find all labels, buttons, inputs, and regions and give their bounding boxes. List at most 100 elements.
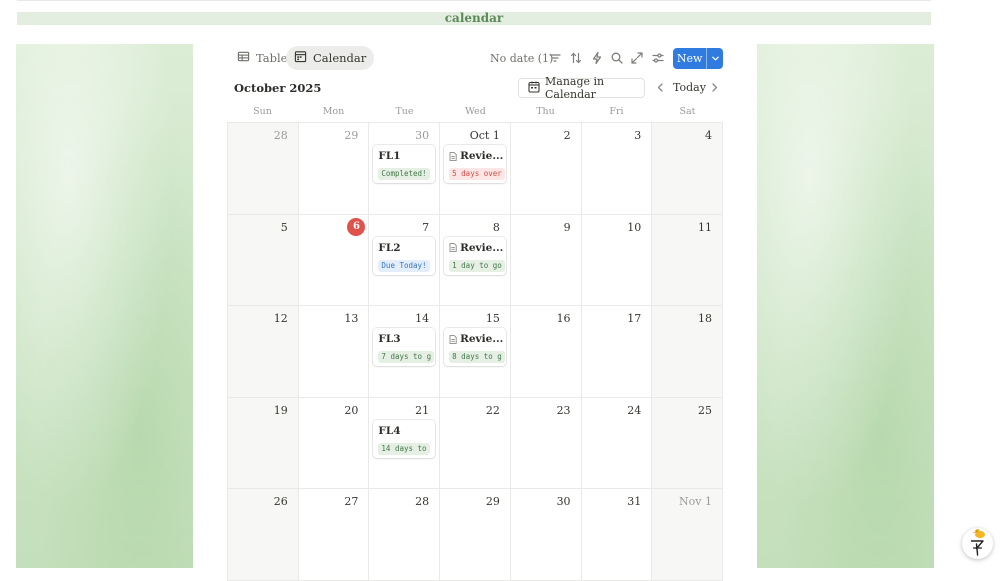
help-widget[interactable] <box>962 528 993 559</box>
event-card[interactable]: FL2 Due Today! <box>373 236 436 275</box>
weekday-header: Sat <box>679 106 696 117</box>
month-label: October 2025 <box>234 81 322 95</box>
event-title-text: Revie... <box>460 241 504 254</box>
calendar-day-cell[interactable]: 28 <box>228 123 299 215</box>
automation-icon[interactable] <box>590 51 604 65</box>
event-title-text: FL4 <box>378 424 401 437</box>
weekday-header: Thu <box>536 106 555 117</box>
event-status-badge: Due Today! <box>378 259 430 272</box>
calendar-day-cell[interactable]: 4 <box>652 123 723 215</box>
event-card[interactable]: Revie... 5 days over <box>444 145 507 183</box>
calendar-day-cell[interactable]: 30 <box>510 489 582 581</box>
event-status-badge: 5 days over <box>449 168 505 180</box>
calendar-day-cell[interactable]: 2 <box>510 123 582 215</box>
day-number: 28 <box>415 495 430 508</box>
tab-table-label: Table <box>256 51 288 65</box>
calendar-day-cell[interactable]: 13 <box>298 306 370 398</box>
calendar-day-cell[interactable]: 11 <box>652 214 723 306</box>
tab-calendar-view[interactable]: Calendar <box>286 46 375 70</box>
event-title-text: FL2 <box>378 241 401 254</box>
calendar-day-cell[interactable]: 29 <box>298 123 370 215</box>
tab-calendar-label: Calendar <box>313 51 367 65</box>
table-icon <box>237 50 250 66</box>
calendar-day-cell[interactable]: 29 <box>440 489 511 581</box>
event-title: FL3 <box>378 333 432 345</box>
day-number: 16 <box>556 312 571 325</box>
calendar-day-cell[interactable]: 8 Revie... 1 day to go <box>440 214 511 306</box>
calendar-day-cell[interactable]: 28 <box>369 489 441 581</box>
day-number: 18 <box>698 312 712 325</box>
day-number: 22 <box>485 403 500 417</box>
calendar-day-cell[interactable]: 7 FL2 Due Today! <box>369 214 441 306</box>
calendar-day-cell[interactable]: 15 Revie... 8 days to g <box>440 306 511 398</box>
event-title-text: FL1 <box>378 150 401 162</box>
day-number: 11 <box>698 220 712 234</box>
no-date-button[interactable]: No date (1) <box>490 52 553 65</box>
chevron-down-icon[interactable] <box>706 48 723 69</box>
expand-icon[interactable] <box>630 51 644 65</box>
filter-icon[interactable] <box>548 51 562 65</box>
day-number: 17 <box>627 312 642 325</box>
today-button[interactable]: Today <box>673 81 706 94</box>
day-number: 28 <box>273 129 288 142</box>
calendar-day-cell[interactable]: 26 <box>228 489 299 581</box>
duck-help-icon <box>970 529 985 556</box>
calendar-day-cell[interactable]: 22 <box>440 397 511 489</box>
event-status-badge: 7 days to g <box>378 351 435 363</box>
top-divider <box>17 0 931 1</box>
next-month-chevron-right-icon[interactable] <box>709 82 720 93</box>
event-title: FL1 <box>378 150 432 162</box>
event-status-badge: 1 day to go <box>449 259 505 272</box>
calendar-day-cell[interactable]: 18 <box>652 306 723 398</box>
day-number: 19 <box>273 403 288 417</box>
calendar-day-cell[interactable]: 10 <box>581 214 653 306</box>
calendar-day-cell[interactable]: 5 <box>228 214 299 306</box>
calendar-day-cell[interactable]: 20 <box>298 397 370 489</box>
calendar-day-cell[interactable]: 6 <box>298 214 370 306</box>
day-number: 12 <box>273 312 288 325</box>
calendar-day-cell[interactable]: 3 <box>581 123 653 215</box>
calendar-day-cell[interactable]: 17 <box>581 306 653 398</box>
day-number: Nov 1 <box>679 495 712 508</box>
day-number: 4 <box>705 129 712 142</box>
day-number: 20 <box>344 403 359 417</box>
calendar-day-cell[interactable]: 30 FL1 Completed! <box>369 123 441 215</box>
event-title-text: FL3 <box>378 333 401 345</box>
settings-icon[interactable] <box>651 51 665 65</box>
day-number: 26 <box>273 495 288 508</box>
day-number: 5 <box>280 220 288 234</box>
new-button-label: New <box>676 52 703 65</box>
calendar-day-cell[interactable]: Oct 1 Revie... 5 days over <box>440 123 511 215</box>
calendar-day-cell[interactable]: 9 <box>510 214 582 306</box>
calendar-day-cell[interactable]: Nov 1 <box>652 489 723 581</box>
event-status-badge: 14 days to <box>378 442 430 455</box>
calendar-day-cell[interactable]: 23 <box>510 397 582 489</box>
weekday-header: Mon <box>322 106 345 117</box>
calendar-day-cell[interactable]: 25 <box>652 397 723 489</box>
event-card[interactable]: FL3 7 days to g <box>373 328 436 366</box>
event-card[interactable]: Revie... 8 days to g <box>444 328 507 366</box>
day-number: 21 <box>415 403 430 417</box>
manage-in-calendar-button[interactable]: Manage in Calendar <box>518 75 645 101</box>
calendar-day-cell[interactable]: 24 <box>581 397 653 489</box>
calendar-day-cell[interactable]: 19 <box>228 397 299 489</box>
day-number: 3 <box>634 129 642 142</box>
right-decorative-panel <box>757 44 934 568</box>
search-icon[interactable] <box>610 51 624 65</box>
calendar-icon <box>294 50 307 66</box>
day-number: 9 <box>563 220 571 234</box>
calendar-day-cell[interactable]: 21 FL4 14 days to <box>369 397 441 489</box>
event-card[interactable]: FL4 14 days to <box>373 419 436 458</box>
event-title: FL4 <box>378 425 432 437</box>
calendar-day-cell[interactable]: 14 FL3 7 days to g <box>369 306 441 398</box>
calendar-day-cell[interactable]: 31 <box>581 489 653 581</box>
calendar-day-cell[interactable]: 12 <box>228 306 299 398</box>
previous-month-chevron-left-icon[interactable] <box>655 82 666 93</box>
new-button[interactable]: New <box>673 48 723 69</box>
calendar-day-cell[interactable]: 16 <box>510 306 582 398</box>
event-card[interactable]: Revie... 1 day to go <box>444 236 507 275</box>
sort-icon[interactable] <box>569 51 583 65</box>
event-card[interactable]: FL1 Completed! <box>373 145 436 183</box>
calendar-day-cell[interactable]: 27 <box>298 489 370 581</box>
event-title: Revie... <box>449 150 503 162</box>
